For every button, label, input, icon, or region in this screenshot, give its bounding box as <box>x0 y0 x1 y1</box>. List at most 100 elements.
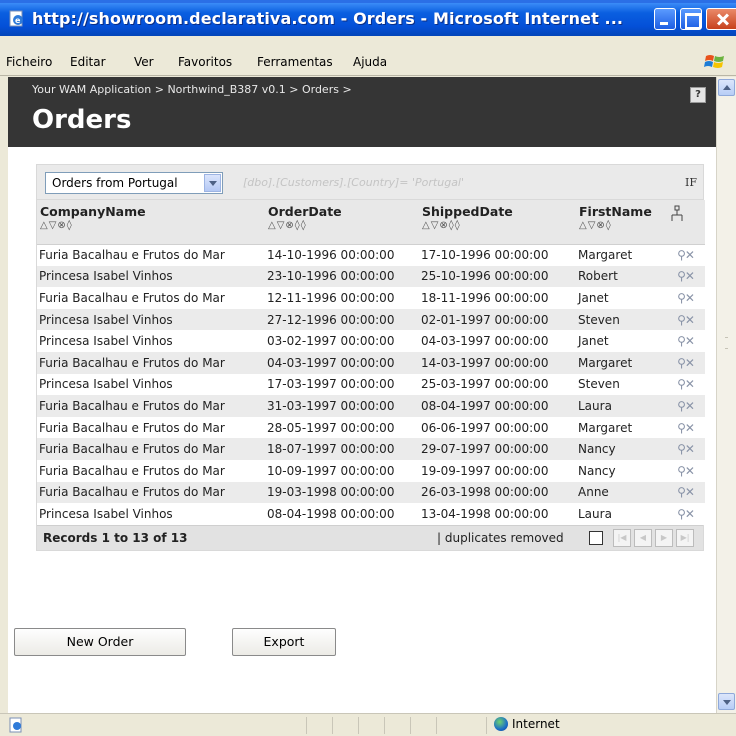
row-actions: ⚲✕ <box>666 244 705 266</box>
delete-x-icon[interactable]: ✕ <box>685 485 695 499</box>
column-header-firstname[interactable]: FirstName △▽⊗◊ <box>576 200 666 245</box>
magnifier-icon[interactable]: ⚲ <box>677 485 686 499</box>
delete-x-icon[interactable]: ✕ <box>685 356 695 370</box>
column-header-orderdate[interactable]: OrderDate △▽⊗◊◊ <box>265 200 419 245</box>
cell-orderdate: 18-07-1997 00:00:00 <box>265 438 419 460</box>
magnifier-icon[interactable]: ⚲ <box>677 399 686 413</box>
cell-firstname: Nancy <box>576 438 666 460</box>
magnifier-icon[interactable]: ⚲ <box>677 334 686 348</box>
window-title-bar[interactable]: e http://showroom.declarativa.com - Orde… <box>0 0 736 36</box>
delete-x-icon[interactable]: ✕ <box>685 334 695 348</box>
prev-page-icon[interactable]: ◀ <box>634 528 652 547</box>
chevron-down-icon[interactable] <box>204 174 221 192</box>
minimize-button[interactable] <box>654 8 676 30</box>
row-actions: ⚲✕ <box>666 459 705 482</box>
table-row[interactable]: Furia Bacalhau e Frutos do Mar 28-05-1997… <box>37 416 705 439</box>
menu-ajuda[interactable]: Ajuda <box>353 55 387 69</box>
magnifier-icon[interactable]: ⚲ <box>677 356 686 370</box>
last-page-icon[interactable]: ▶| <box>676 528 694 547</box>
delete-x-icon[interactable]: ✕ <box>685 399 695 413</box>
table-row[interactable]: Princesa Isabel Vinhos 03-02-1997 00:00:0… <box>37 330 705 352</box>
menu-editar[interactable]: Editar <box>70 55 106 69</box>
magnifier-icon[interactable]: ⚲ <box>677 377 686 391</box>
status-divider <box>410 717 411 734</box>
new-order-button[interactable]: New Order <box>14 628 186 656</box>
scroll-grip[interactable] <box>725 337 728 349</box>
row-actions: ⚲✕ <box>666 395 705 417</box>
menu-favoritos[interactable]: Favoritos <box>178 55 232 69</box>
cell-shippeddate: 26-03-1998 00:00:00 <box>419 481 576 504</box>
delete-x-icon[interactable]: ✕ <box>685 421 695 435</box>
filter-bar: Orders from Portugal [dbo].[Customers].[… <box>37 165 703 200</box>
table-row[interactable]: Princesa Isabel Vinhos 23-10-1996 00:00:0… <box>37 265 705 288</box>
magnifier-icon[interactable]: ⚲ <box>677 313 686 327</box>
delete-x-icon[interactable]: ✕ <box>685 313 695 327</box>
table-row[interactable]: Furia Bacalhau e Frutos do Mar 31-03-1997… <box>37 395 705 417</box>
delete-x-icon[interactable]: ✕ <box>685 507 695 521</box>
column-header-companyname[interactable]: CompanyName △▽⊗◊ <box>37 200 265 245</box>
magnifier-icon[interactable]: ⚲ <box>677 248 686 262</box>
sort-icons[interactable]: △▽⊗◊◊ <box>268 220 416 231</box>
table-row[interactable]: Princesa Isabel Vinhos 08-04-1998 00:00:0… <box>37 503 705 525</box>
status-divider <box>486 717 487 734</box>
row-actions: ⚲✕ <box>666 330 705 352</box>
grid-footer: Records 1 to 13 of 13 | duplicates remov… <box>37 524 703 550</box>
column-header-shippeddate[interactable]: ShippedDate △▽⊗◊◊ <box>419 200 576 245</box>
cell-shippeddate: 18-11-1996 00:00:00 <box>419 287 576 309</box>
cell-firstname: Steven <box>576 308 666 331</box>
cell-firstname: Margaret <box>576 244 666 266</box>
magnifier-icon[interactable]: ⚲ <box>677 291 686 305</box>
delete-x-icon[interactable]: ✕ <box>685 291 695 305</box>
scroll-down-icon[interactable] <box>718 693 735 710</box>
cell-companyname: Princesa Isabel Vinhos <box>37 308 265 331</box>
delete-x-icon[interactable]: ✕ <box>685 464 695 478</box>
magnifier-icon[interactable]: ⚲ <box>677 269 686 283</box>
table-row[interactable]: Furia Bacalhau e Frutos do Mar 04-03-1997… <box>37 351 705 374</box>
column-chooser-header[interactable] <box>666 200 705 245</box>
filter-select[interactable]: Orders from Portugal <box>45 172 223 194</box>
scroll-up-icon[interactable] <box>718 79 735 96</box>
filter-if-toggle[interactable]: IF <box>685 176 697 189</box>
table-row[interactable]: Furia Bacalhau e Frutos do Mar 14-10-1996… <box>37 244 705 266</box>
cell-companyname: Furia Bacalhau e Frutos do Mar <box>37 287 265 309</box>
table-row[interactable]: Furia Bacalhau e Frutos do Mar 18-07-1997… <box>37 438 705 460</box>
help-button[interactable]: ? <box>690 87 706 103</box>
magnifier-icon[interactable]: ⚲ <box>677 442 686 456</box>
first-page-icon[interactable]: |◀ <box>613 528 631 547</box>
breadcrumb[interactable]: Your WAM Application > Northwind_B387 v0… <box>32 83 352 96</box>
duplicates-removed-checkbox[interactable] <box>589 530 603 545</box>
table-body: Furia Bacalhau e Frutos do Mar 14-10-1996… <box>37 244 705 525</box>
cell-orderdate: 19-03-1998 00:00:00 <box>265 481 419 504</box>
cell-firstname: Nancy <box>576 459 666 482</box>
next-page-icon[interactable]: ▶ <box>655 528 673 547</box>
maximize-button[interactable] <box>680 8 702 30</box>
sort-icons[interactable]: △▽⊗◊◊ <box>422 220 573 231</box>
table-row[interactable]: Furia Bacalhau e Frutos do Mar 10-09-1997… <box>37 459 705 482</box>
sort-icons[interactable]: △▽⊗◊ <box>579 220 663 231</box>
window-frame <box>0 36 736 49</box>
delete-x-icon[interactable]: ✕ <box>685 269 695 283</box>
table-row[interactable]: Princesa Isabel Vinhos 17-03-1997 00:00:0… <box>37 373 705 396</box>
export-button[interactable]: Export <box>232 628 336 656</box>
row-actions: ⚲✕ <box>666 287 705 309</box>
close-button[interactable] <box>706 8 736 30</box>
menu-ferramentas[interactable]: Ferramentas <box>257 55 333 69</box>
status-bar: Internet <box>0 713 736 736</box>
table-row[interactable]: Furia Bacalhau e Frutos do Mar 12-11-1996… <box>37 287 705 309</box>
delete-x-icon[interactable]: ✕ <box>685 442 695 456</box>
vertical-scrollbar[interactable] <box>716 77 736 713</box>
cell-shippeddate: 06-06-1997 00:00:00 <box>419 416 576 439</box>
magnifier-icon[interactable]: ⚲ <box>677 421 686 435</box>
column-chooser-icon[interactable] <box>669 204 685 224</box>
magnifier-icon[interactable]: ⚲ <box>677 464 686 478</box>
menu-ficheiro[interactable]: Ficheiro <box>6 55 52 69</box>
delete-x-icon[interactable]: ✕ <box>685 248 695 262</box>
sort-icons[interactable]: △▽⊗◊ <box>40 220 262 231</box>
cell-firstname: Janet <box>576 287 666 309</box>
filter-expression: [dbo].[Customers].[Country]= 'Portugal' <box>243 176 465 189</box>
delete-x-icon[interactable]: ✕ <box>685 377 695 391</box>
menu-ver[interactable]: Ver <box>134 55 154 69</box>
table-row[interactable]: Furia Bacalhau e Frutos do Mar 19-03-1998… <box>37 481 705 504</box>
table-row[interactable]: Princesa Isabel Vinhos 27-12-1996 00:00:0… <box>37 308 705 331</box>
magnifier-icon[interactable]: ⚲ <box>677 507 686 521</box>
